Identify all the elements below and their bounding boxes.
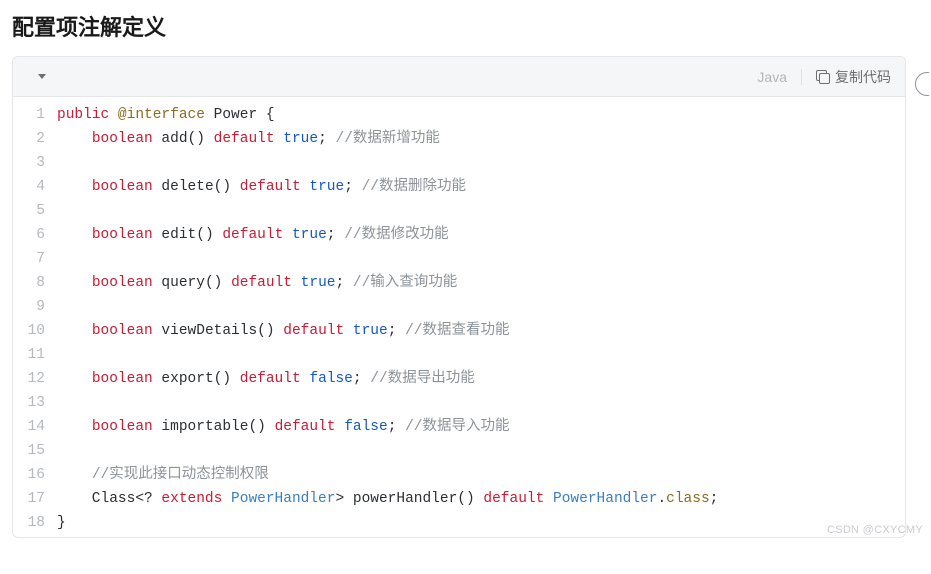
code-body: 123456789101112131415161718 public @inte… xyxy=(13,97,905,537)
chevron-down-icon xyxy=(38,74,46,79)
copy-label: 复制代码 xyxy=(835,67,891,87)
language-label: Java xyxy=(757,69,787,85)
code-line: public @interface Power { xyxy=(57,103,718,127)
code-line: boolean query() default true; //输入查询功能 xyxy=(57,271,718,295)
line-number: 5 xyxy=(21,199,45,223)
copy-icon xyxy=(816,70,829,83)
line-number: 4 xyxy=(21,175,45,199)
code-line xyxy=(57,199,718,223)
code-line: boolean importable() default false; //数据… xyxy=(57,415,718,439)
line-number: 11 xyxy=(21,343,45,367)
code-line: boolean edit() default true; //数据修改功能 xyxy=(57,223,718,247)
code-line xyxy=(57,295,718,319)
divider xyxy=(801,69,802,85)
line-number: 7 xyxy=(21,247,45,271)
code-line: boolean delete() default true; //数据删除功能 xyxy=(57,175,718,199)
section-heading: 配置项注解定义 xyxy=(12,10,919,42)
line-number: 1 xyxy=(21,103,45,127)
line-number: 3 xyxy=(21,151,45,175)
line-number: 15 xyxy=(21,439,45,463)
line-number: 14 xyxy=(21,415,45,439)
line-number: 10 xyxy=(21,319,45,343)
code-line: boolean viewDetails() default true; //数据… xyxy=(57,319,718,343)
copy-button[interactable]: 复制代码 xyxy=(816,67,891,87)
header-right: Java 复制代码 xyxy=(757,67,891,87)
code-line xyxy=(57,391,718,415)
code-line: //实现此接口动态控制权限 xyxy=(57,463,718,487)
code-content[interactable]: public @interface Power { boolean add() … xyxy=(57,103,730,535)
collapse-toggle[interactable] xyxy=(27,63,57,91)
line-number: 8 xyxy=(21,271,45,295)
code-line: boolean export() default false; //数据导出功能 xyxy=(57,367,718,391)
code-line xyxy=(57,343,718,367)
line-number: 17 xyxy=(21,487,45,511)
sidebar-handle[interactable] xyxy=(915,72,929,96)
code-line: Class<? extends PowerHandler> powerHandl… xyxy=(57,487,718,511)
line-number: 12 xyxy=(21,367,45,391)
line-number: 2 xyxy=(21,127,45,151)
code-line: } xyxy=(57,511,718,535)
line-number: 13 xyxy=(21,391,45,415)
code-line xyxy=(57,151,718,175)
code-header: Java 复制代码 xyxy=(13,57,905,97)
line-number: 6 xyxy=(21,223,45,247)
code-line xyxy=(57,247,718,271)
line-number: 9 xyxy=(21,295,45,319)
code-line: boolean add() default true; //数据新增功能 xyxy=(57,127,718,151)
line-gutter: 123456789101112131415161718 xyxy=(13,103,57,535)
code-line xyxy=(57,439,718,463)
line-number: 18 xyxy=(21,511,45,535)
line-number: 16 xyxy=(21,463,45,487)
code-card: Java 复制代码 123456789101112131415161718 pu… xyxy=(12,56,906,538)
